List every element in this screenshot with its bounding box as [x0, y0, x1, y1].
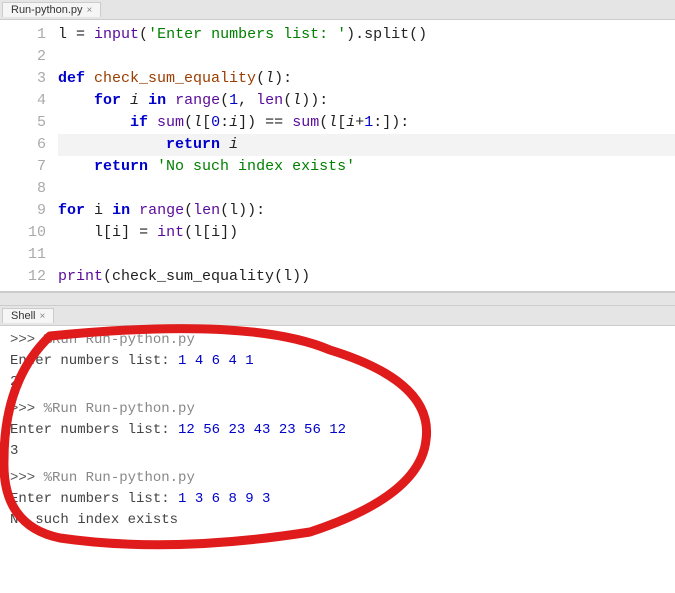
line-number: 7 [0, 156, 46, 178]
code-editor[interactable]: 1 2 3 4 5 6 7 8 9 10 11 12 l = input('En… [0, 20, 675, 292]
code-line-9: for i in range(len(l)): [58, 200, 675, 222]
shell-tab-label: Shell [11, 310, 35, 322]
code-line-1: l = input('Enter numbers list: ').split(… [58, 24, 675, 46]
shell-io-line: Enter numbers list: 1 3 6 8 9 3 [10, 489, 665, 510]
code-line-7: return 'No such index exists' [58, 156, 675, 178]
shell-output-line: No such index exists [10, 510, 665, 531]
code-area[interactable]: l = input('Enter numbers list: ').split(… [58, 20, 675, 291]
line-number: 3 [0, 68, 46, 90]
shell-tab[interactable]: Shell × [2, 308, 54, 323]
code-line-6: return i [58, 134, 675, 156]
shell-tab-bar: Shell × [0, 306, 675, 326]
code-line-2 [58, 46, 675, 68]
code-line-12: print(check_sum_equality(l)) [58, 266, 675, 288]
shell-prompt-line: >>> %Run Run-python.py [10, 399, 665, 420]
shell-io-line: Enter numbers list: 1 4 6 4 1 [10, 351, 665, 372]
line-number: 2 [0, 46, 46, 68]
editor-tab[interactable]: Run-python.py × [2, 2, 101, 17]
line-number: 10 [0, 222, 46, 244]
editor-tab-bar: Run-python.py × [0, 0, 675, 20]
line-number: 9 [0, 200, 46, 222]
close-icon[interactable]: × [39, 311, 45, 322]
line-number: 11 [0, 244, 46, 266]
line-number: 6 [0, 134, 46, 156]
line-number: 1 [0, 24, 46, 46]
shell-output-line: 3 [10, 441, 665, 462]
code-line-10: l[i] = int(l[i]) [58, 222, 675, 244]
shell-run-2: >>> %Run Run-python.py Enter numbers lis… [10, 399, 665, 462]
code-line-3: def check_sum_equality(l): [58, 68, 675, 90]
line-number: 8 [0, 178, 46, 200]
code-line-8 [58, 178, 675, 200]
shell-prompt-line: >>> %Run Run-python.py [10, 468, 665, 489]
close-icon[interactable]: × [87, 5, 93, 16]
shell-prompt-line: >>> %Run Run-python.py [10, 330, 665, 351]
editor-tab-label: Run-python.py [11, 4, 83, 16]
shell-run-1: >>> %Run Run-python.py Enter numbers lis… [10, 330, 665, 393]
code-line-4: for i in range(1, len(l)): [58, 90, 675, 112]
line-number-gutter: 1 2 3 4 5 6 7 8 9 10 11 12 [0, 20, 58, 291]
shell-panel[interactable]: >>> %Run Run-python.py Enter numbers lis… [0, 326, 675, 593]
shell-io-line: Enter numbers list: 12 56 23 43 23 56 12 [10, 420, 665, 441]
shell-content: >>> %Run Run-python.py Enter numbers lis… [0, 326, 675, 541]
shell-run-3: >>> %Run Run-python.py Enter numbers lis… [10, 468, 665, 531]
shell-output-line: 2 [10, 372, 665, 393]
line-number: 12 [0, 266, 46, 288]
panel-divider[interactable] [0, 292, 675, 306]
line-number: 5 [0, 112, 46, 134]
code-line-5: if sum(l[0:i]) == sum(l[i+1:]): [58, 112, 675, 134]
code-line-11 [58, 244, 675, 266]
line-number: 4 [0, 90, 46, 112]
